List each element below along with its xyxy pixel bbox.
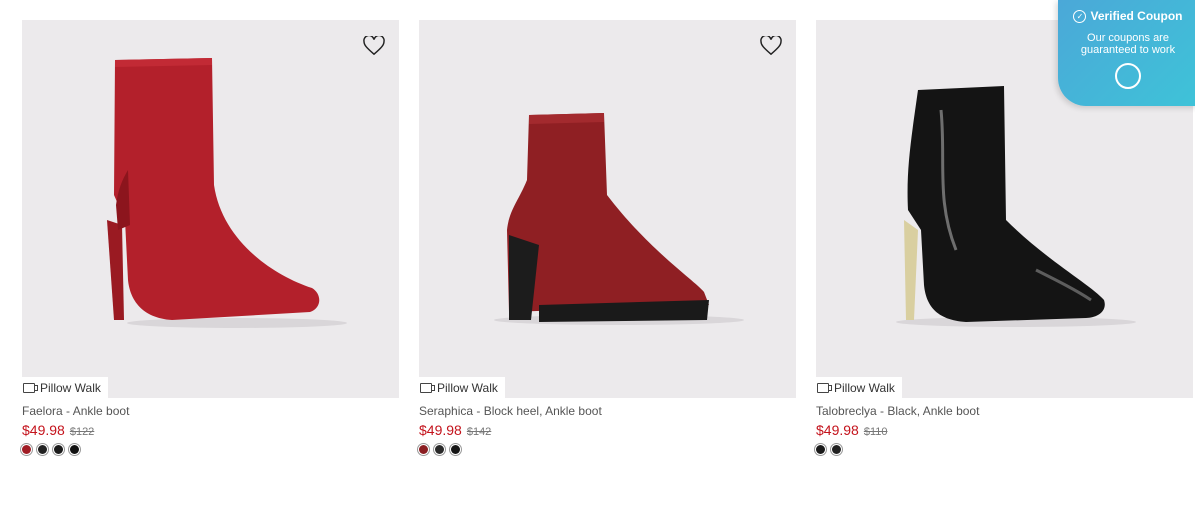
- badge-label: Pillow Walk: [40, 380, 101, 395]
- color-swatch[interactable]: [435, 445, 444, 454]
- product-name[interactable]: Faelora - Ankle boot: [22, 404, 399, 419]
- video-icon: [420, 382, 435, 393]
- color-swatch[interactable]: [22, 445, 31, 454]
- video-icon: [23, 382, 38, 393]
- product-grid: Pillow Walk Faelora - Ankle boot $49.98 …: [22, 20, 1193, 454]
- color-swatch[interactable]: [832, 445, 841, 454]
- color-swatch[interactable]: [419, 445, 428, 454]
- product-card[interactable]: Pillow Walk Seraphica - Block heel, Ankl…: [419, 20, 796, 454]
- badge-label: Pillow Walk: [834, 380, 895, 395]
- sale-price: $49.98: [816, 422, 859, 438]
- color-swatch[interactable]: [816, 445, 825, 454]
- sale-price: $49.98: [419, 422, 462, 438]
- checkmark-icon: ✓: [1073, 9, 1087, 23]
- coupon-title: Verified Coupon: [1090, 9, 1183, 23]
- original-price: $122: [69, 426, 95, 438]
- color-swatch[interactable]: [54, 445, 63, 454]
- product-name[interactable]: Seraphica - Block heel, Ankle boot: [419, 404, 796, 419]
- color-swatches: [22, 445, 399, 454]
- color-swatches: [816, 445, 1193, 454]
- verified-coupon-widget[interactable]: ✓ Verified Coupon Our coupons are guaran…: [1058, 0, 1195, 106]
- color-swatches: [419, 445, 796, 454]
- pillow-walk-badge: Pillow Walk: [419, 377, 505, 398]
- color-swatch[interactable]: [451, 445, 460, 454]
- coupon-message: Our coupons are guaranteed to work: [1080, 32, 1176, 56]
- product-card[interactable]: Pillow Walk Faelora - Ankle boot $49.98 …: [22, 20, 399, 454]
- pillow-walk-badge: Pillow Walk: [22, 377, 108, 398]
- badge-label: Pillow Walk: [437, 380, 498, 395]
- price-row: $49.98 $122: [22, 422, 399, 440]
- original-price: $110: [863, 426, 888, 438]
- price-row: $49.98 $142: [419, 422, 796, 440]
- product-name[interactable]: Talobreclya - Black, Ankle boot: [816, 404, 1193, 419]
- price-row: $49.98 $110: [816, 422, 1193, 440]
- red-block-heel-boot-image: [494, 113, 744, 325]
- red-stiletto-boot-image: [107, 58, 347, 328]
- heart-icon[interactable]: [363, 36, 385, 56]
- product-image[interactable]: Pillow Walk: [419, 20, 796, 398]
- heart-icon[interactable]: [760, 36, 782, 56]
- original-price: $142: [466, 426, 492, 438]
- coupon-header: ✓ Verified Coupon: [1058, 9, 1195, 23]
- color-swatch[interactable]: [38, 445, 47, 454]
- video-icon: [817, 382, 832, 393]
- coupon-logo-icon[interactable]: [1115, 63, 1141, 89]
- sale-price: $49.98: [22, 422, 65, 438]
- pillow-walk-badge: Pillow Walk: [816, 377, 902, 398]
- color-swatch[interactable]: [70, 445, 79, 454]
- product-image[interactable]: Pillow Walk: [22, 20, 399, 398]
